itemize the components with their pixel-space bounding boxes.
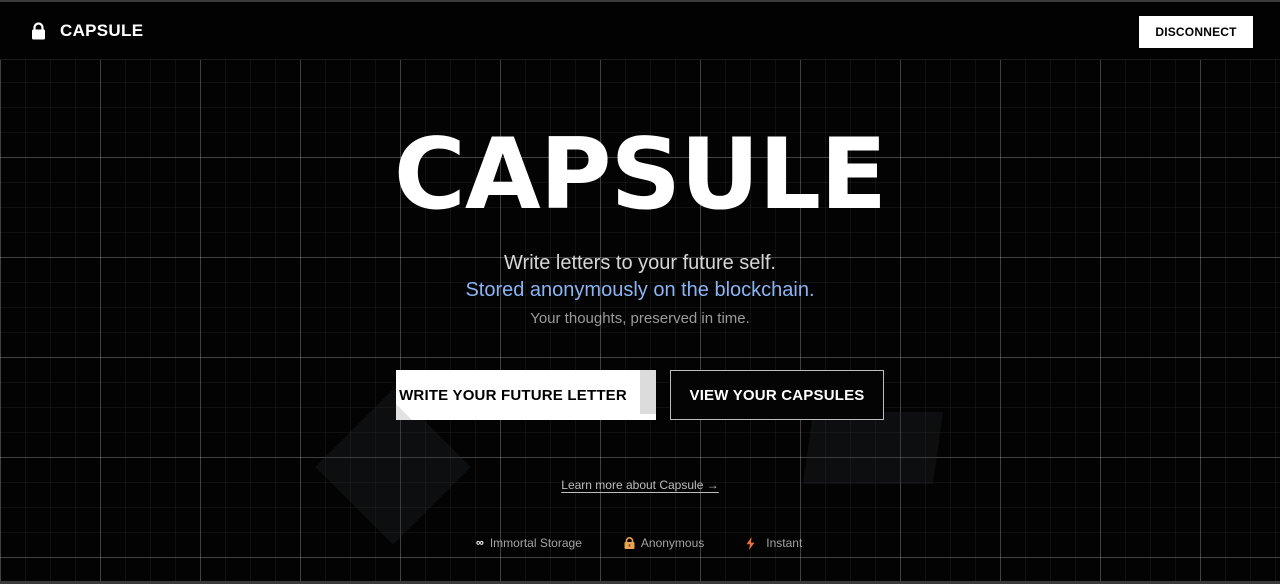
view-capsules-button[interactable]: VIEW YOUR CAPSULES [670,370,884,420]
feature-label: Immortal Storage [489,536,582,550]
feature-immortal-storage: ∞ Immortal Storage [476,536,582,550]
write-letter-label: WRITE YOUR FUTURE LETTER [399,386,627,404]
brand-name: CAPSULE [60,21,144,40]
lightning-icon [746,536,755,550]
tagline-muted: Your thoughts, preserved in time. [530,310,750,327]
landing-page: CAPSULE DISCONNECT CAPSULE Write letters… [0,0,1280,584]
feature-label: Instant [766,536,803,550]
background-parallelogram-shape [802,412,944,484]
cta-row: WRITE YOUR FUTURE LETTER VIEW YOUR CAPSU… [396,370,884,420]
button-corner [396,404,412,420]
top-navbar: CAPSULE DISCONNECT [0,2,1280,60]
button-shade [640,370,656,414]
brand-logo[interactable]: CAPSULE [31,21,143,41]
learn-more-row: Learn more about Capsule → [0,478,1280,492]
lock-icon [624,537,635,549]
write-letter-button[interactable]: WRITE YOUR FUTURE LETTER [396,370,656,420]
infinity-icon: ∞ [476,537,484,549]
hero-title: CAPSULE [393,118,887,232]
feature-instant: Instant [746,536,802,550]
lock-icon [32,22,45,40]
feature-label: Anonymous [640,536,705,550]
disconnect-button[interactable]: DISCONNECT [1139,16,1253,48]
learn-more-link[interactable]: Learn more about Capsule → [561,478,718,492]
feature-list: ∞ Immortal Storage Anonymous Instant [476,536,802,550]
tagline-primary: Write letters to your future self. [504,252,776,274]
tagline-accent: Stored anonymously on the blockchain. [465,279,815,301]
feature-anonymous: Anonymous [624,536,704,550]
